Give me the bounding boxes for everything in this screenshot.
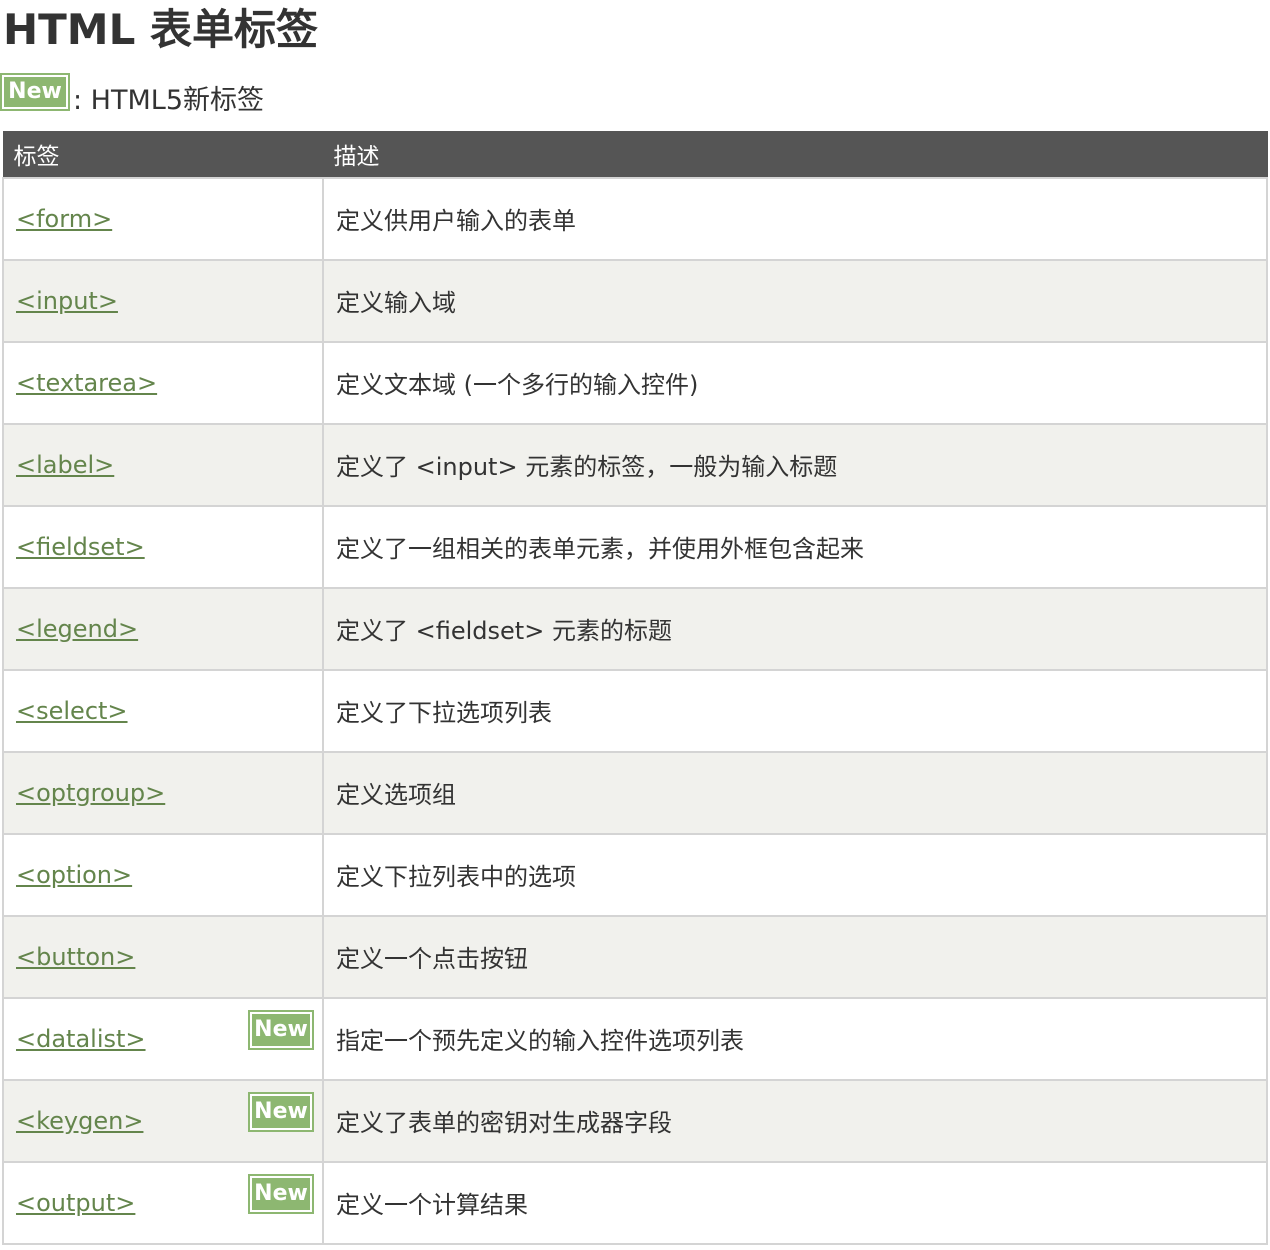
new-badge: New — [248, 1091, 314, 1132]
description-cell: 定义一个计算结果 — [322, 1160, 1268, 1245]
tag-cell: <button> — [2, 914, 324, 999]
tag-cell: <input> — [2, 258, 324, 343]
description-cell: 定义一个点击按钮 — [322, 914, 1268, 999]
tag-link[interactable]: <button> — [16, 943, 135, 971]
table-header-row: 标签 描述 — [2, 131, 1268, 178]
table-row: <datalist> New 指定一个预先定义的输入控件选项列表 — [2, 996, 1268, 1081]
description-cell: 定义供用户输入的表单 — [322, 176, 1268, 261]
description-cell: 定义了下拉选项列表 — [322, 668, 1268, 753]
tag-link[interactable]: <option> — [16, 861, 132, 889]
tag-cell: <form> — [2, 176, 324, 261]
tag-link[interactable]: <output> — [16, 1189, 135, 1217]
description-cell: 定义了 <fieldset> 元素的标题 — [322, 586, 1268, 671]
page-title: HTML 表单标签 — [3, 5, 318, 54]
new-badge: New — [0, 73, 70, 111]
table-row: <button> 定义一个点击按钮 — [2, 914, 1268, 999]
table-row: <input> 定义输入域 — [2, 258, 1268, 343]
table-row: <label> 定义了 <input> 元素的标签，一般为输入标题 — [2, 422, 1268, 507]
column-header-description: 描述 — [322, 131, 1268, 178]
tag-cell: <textarea> — [2, 340, 324, 425]
new-tag-legend: New : HTML5新标签 — [0, 70, 264, 116]
description-cell: 定义输入域 — [322, 258, 1268, 343]
table-row: <form> 定义供用户输入的表单 — [2, 176, 1268, 261]
tag-cell: <optgroup> — [2, 750, 324, 835]
description-cell: 指定一个预先定义的输入控件选项列表 — [322, 996, 1268, 1081]
table-row: <textarea> 定义文本域 (一个多行的输入控件) — [2, 340, 1268, 425]
table-row: <keygen> New 定义了表单的密钥对生成器字段 — [2, 1078, 1268, 1163]
table-row: <option> 定义下拉列表中的选项 — [2, 832, 1268, 917]
tag-link[interactable]: <datalist> — [16, 1025, 146, 1053]
tag-cell: <option> — [2, 832, 324, 917]
table-row: <select> 定义了下拉选项列表 — [2, 668, 1268, 753]
tag-cell: <label> — [2, 422, 324, 507]
tag-link[interactable]: <legend> — [16, 615, 138, 643]
tag-cell: <keygen> New — [2, 1078, 324, 1163]
table-row: <legend> 定义了 <fieldset> 元素的标题 — [2, 586, 1268, 671]
new-badge: New — [248, 1173, 314, 1214]
description-cell: 定义了表单的密钥对生成器字段 — [322, 1078, 1268, 1163]
page: HTML 表单标签 New : HTML5新标签 标签 描述 <form> 定义供… — [0, 0, 1270, 1250]
description-cell: 定义选项组 — [322, 750, 1268, 835]
tag-link[interactable]: <form> — [16, 205, 112, 233]
table-row: <output> New 定义一个计算结果 — [2, 1160, 1268, 1245]
tag-cell: <select> — [2, 668, 324, 753]
tag-link[interactable]: <label> — [16, 451, 114, 479]
table-row: <optgroup> 定义选项组 — [2, 750, 1268, 835]
table-body: <form> 定义供用户输入的表单 <input> 定义输入域 <textarea> 定义… — [2, 176, 1268, 1245]
tag-link[interactable]: <select> — [16, 697, 128, 725]
column-header-tag: 标签 — [2, 131, 324, 178]
description-cell: 定义了 <input> 元素的标签，一般为输入标题 — [322, 422, 1268, 507]
table-row: <fieldset> 定义了一组相关的表单元素，并使用外框包含起来 — [2, 504, 1268, 589]
new-badge: New — [248, 1009, 314, 1050]
tag-cell: <legend> — [2, 586, 324, 671]
tag-link[interactable]: <textarea> — [16, 369, 157, 397]
description-cell: 定义下拉列表中的选项 — [322, 832, 1268, 917]
tag-cell: <datalist> New — [2, 996, 324, 1081]
description-cell: 定义文本域 (一个多行的输入控件) — [322, 340, 1268, 425]
tag-cell: <output> New — [2, 1160, 324, 1245]
tag-link[interactable]: <optgroup> — [16, 779, 165, 807]
legend-text: : HTML5新标签 — [73, 84, 264, 116]
tag-cell: <fieldset> — [2, 504, 324, 589]
tag-link[interactable]: <keygen> — [16, 1107, 143, 1135]
tag-link[interactable]: <fieldset> — [16, 533, 145, 561]
tag-link[interactable]: <input> — [16, 287, 118, 315]
description-cell: 定义了一组相关的表单元素，并使用外框包含起来 — [322, 504, 1268, 589]
form-tags-table: 标签 描述 <form> 定义供用户输入的表单 <input> 定义输入域 <texta… — [2, 131, 1268, 1245]
